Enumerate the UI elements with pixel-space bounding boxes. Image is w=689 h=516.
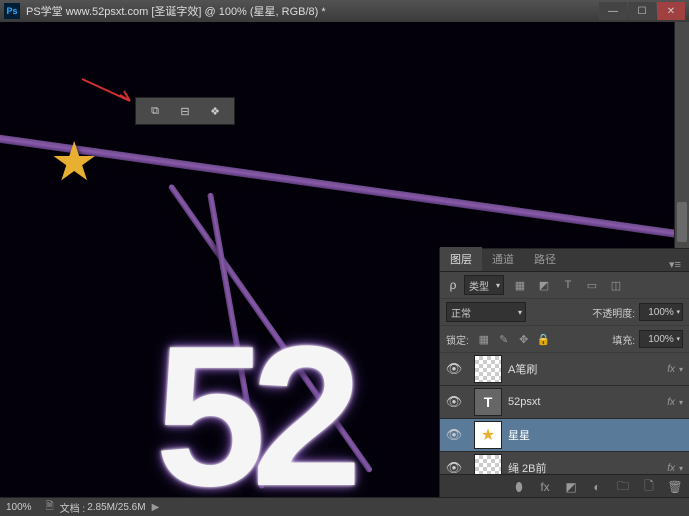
fill-label: 填充: [612, 332, 635, 347]
lock-label: 锁定: [446, 332, 469, 347]
fx-badge[interactable]: fx [667, 463, 675, 474]
layer-style-icon[interactable]: fx [537, 479, 553, 495]
fx-toggle-icon[interactable]: ▾ [679, 398, 683, 407]
layer-item[interactable]: 👁 A笔刷 fx ▾ [440, 353, 689, 386]
filter-pixel-icon[interactable]: ▦ [512, 277, 528, 293]
star-shape: ★ [50, 130, 98, 193]
document-icon[interactable]: 🗎 [46, 499, 54, 516]
layer-name[interactable]: A笔刷 [508, 361, 667, 377]
filter-row: ρ 类型 ▦ ◩ T ▭ ◫ [440, 272, 689, 299]
fx-toggle-icon[interactable]: ▾ [679, 464, 683, 473]
close-button[interactable]: ✕ [657, 2, 685, 20]
opacity-input[interactable]: 100% [639, 303, 683, 321]
layer-item[interactable]: 👁 ★ 星星 [440, 419, 689, 452]
layer-thumbnail[interactable]: ★ [474, 421, 502, 449]
layer-name[interactable]: 星星 [508, 427, 689, 443]
layer-mask-icon[interactable]: ◩ [563, 479, 579, 495]
fx-badge[interactable]: fx [667, 364, 675, 375]
alignment-toolbar[interactable]: ⧉ ⊟ ❖ [135, 97, 235, 125]
layer-list: 👁 A笔刷 fx ▾ 👁 T 52psxt fx ▾ 👁 ★ 星星 👁 [440, 353, 689, 474]
adjustment-layer-icon[interactable]: ◐ [589, 479, 605, 495]
delete-layer-icon[interactable]: 🗑 [667, 479, 683, 495]
fx-badge[interactable]: fx [667, 397, 675, 408]
zoom-level[interactable]: 100% [6, 502, 32, 513]
tab-layers[interactable]: 图层 [440, 247, 482, 271]
filter-shape-icon[interactable]: ▭ [584, 277, 600, 293]
visibility-icon[interactable]: 👁 [440, 394, 468, 410]
layer-thumbnail[interactable] [474, 355, 502, 383]
blend-mode-dropdown[interactable]: 正常 [446, 302, 526, 322]
visibility-icon[interactable]: 👁 [440, 361, 468, 377]
doc-size-value: 2.85M/25.6M [87, 502, 145, 513]
filter-adjust-icon[interactable]: ◩ [536, 277, 552, 293]
tab-channels[interactable]: 通道 [482, 247, 524, 271]
filter-icon[interactable]: ρ [446, 278, 460, 292]
panel-tabs: 图层 通道 路径 ▾≡ [440, 249, 689, 272]
statusbar: 100% 🗎 文档 : 2.85M/25.6M ▶ [0, 497, 689, 516]
visibility-icon[interactable]: 👁 [440, 460, 468, 474]
expand-icon[interactable]: ▶ [152, 502, 160, 513]
new-group-icon[interactable]: 🗀 [615, 479, 631, 495]
layer-thumbnail[interactable] [474, 454, 502, 474]
tab-paths[interactable]: 路径 [524, 247, 566, 271]
annotation-arrow [80, 77, 140, 107]
layer-name[interactable]: 52psxt [508, 396, 667, 408]
distribute-icon[interactable]: ⊟ [175, 101, 195, 121]
visibility-icon[interactable]: 👁 [440, 427, 468, 443]
blend-row: 正常 不透明度: 100% [440, 299, 689, 326]
layer-name[interactable]: 绳 2B前 [508, 460, 667, 474]
filter-text-icon[interactable]: T [560, 277, 576, 293]
doc-size-label: 文档 : [60, 500, 86, 515]
new-layer-icon[interactable]: 🗋 [641, 479, 657, 495]
layer-thumbnail[interactable]: T [474, 388, 502, 416]
photoshop-icon: Ps [4, 3, 20, 19]
align-icon[interactable]: ⧉ [145, 101, 165, 121]
lock-pixels-icon[interactable]: ✎ [497, 332, 511, 346]
titlebar: Ps PS学堂 www.52psxt.com [圣诞字效] @ 100% (星星… [0, 0, 689, 22]
layers-panel: 图层 通道 路径 ▾≡ ρ 类型 ▦ ◩ T ▭ ◫ 正常 不透明度: 100%… [439, 248, 689, 499]
fill-input[interactable]: 100% [639, 330, 683, 348]
lock-all-icon[interactable]: 🔒 [537, 332, 551, 346]
window-title: PS学堂 www.52psxt.com [圣诞字效] @ 100% (星星, R… [26, 3, 598, 19]
layers-panel-footer: ⬮ fx ◩ ◐ 🗀 🗋 🗑 [440, 474, 689, 499]
lock-position-icon[interactable]: ✥ [517, 332, 531, 346]
lock-transparent-icon[interactable]: ▦ [477, 332, 491, 346]
layer-item[interactable]: 👁 T 52psxt fx ▾ [440, 386, 689, 419]
link-layers-icon[interactable]: ⬮ [511, 479, 527, 495]
layer-item[interactable]: 👁 绳 2B前 fx ▾ [440, 452, 689, 474]
panel-menu-icon[interactable]: ▾≡ [661, 258, 689, 271]
lock-row: 锁定: ▦ ✎ ✥ 🔒 填充: 100% [440, 326, 689, 353]
minimize-button[interactable]: — [599, 2, 627, 20]
opacity-label: 不透明度: [592, 305, 635, 320]
overlap-icon[interactable]: ❖ [205, 101, 225, 121]
scroll-thumb[interactable] [677, 202, 687, 242]
maximize-button[interactable]: ☐ [628, 2, 656, 20]
filter-type-dropdown[interactable]: 类型 [464, 275, 504, 295]
fx-toggle-icon[interactable]: ▾ [679, 365, 683, 374]
filter-smart-icon[interactable]: ◫ [608, 277, 624, 293]
snow-text: 52 [155, 302, 347, 498]
